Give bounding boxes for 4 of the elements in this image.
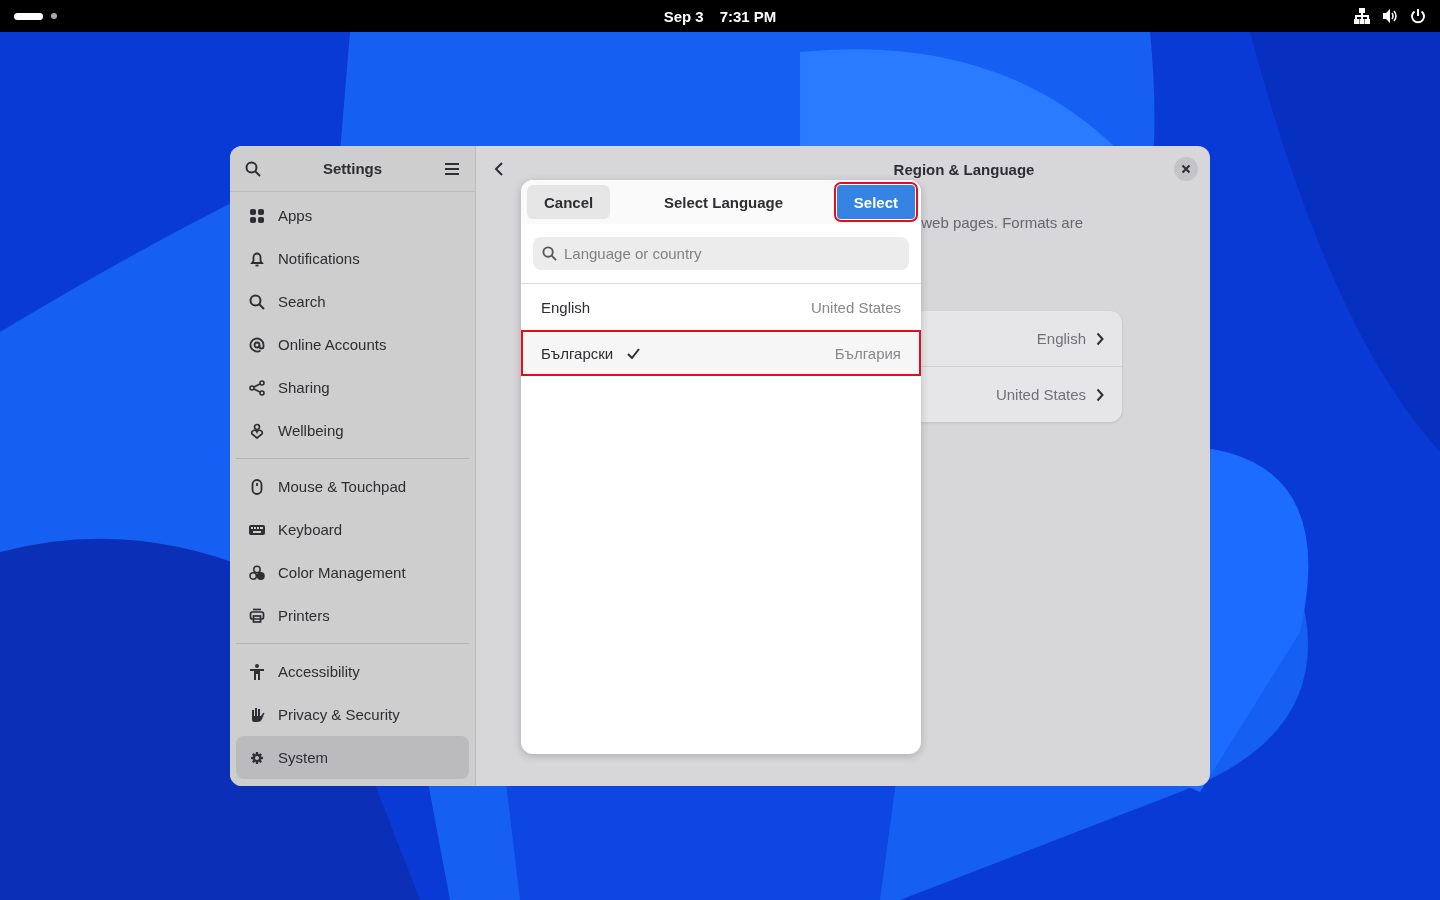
dialog-title: Select Language <box>663 193 784 211</box>
page-title: Region & Language <box>893 160 1035 178</box>
description-text: web pages. Formats are <box>920 214 1084 231</box>
sidebar-title: Settings <box>322 160 383 177</box>
